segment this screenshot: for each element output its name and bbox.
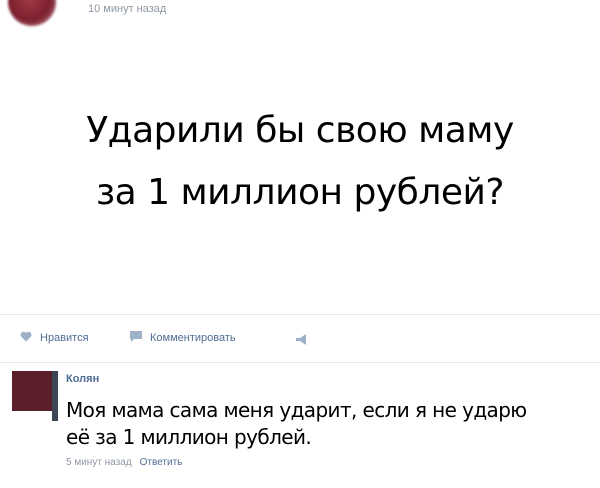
post-timestamp[interactable]: 10 минут назад bbox=[88, 3, 166, 15]
comment-author[interactable]: Колян bbox=[66, 373, 99, 385]
comment-meta: 5 минут назад Ответить bbox=[66, 457, 182, 468]
reply-link[interactable]: Ответить bbox=[140, 457, 183, 468]
comment-timestamp[interactable]: 5 минут назад bbox=[66, 457, 132, 468]
commenter-avatar-accent bbox=[52, 371, 58, 421]
post-text-line-1: Ударили бы свою маму bbox=[86, 110, 514, 151]
comment-icon bbox=[130, 331, 142, 345]
comment-button[interactable]: Комментировать bbox=[130, 331, 236, 345]
comment-text: Моя мама сама меня ударит, если я не уда… bbox=[66, 397, 586, 451]
post-header: 10 минут назад bbox=[0, 0, 600, 40]
heart-icon bbox=[20, 331, 32, 345]
commenter-avatar[interactable] bbox=[12, 371, 52, 411]
comment-text-line-2: её за 1 миллион рублей. bbox=[66, 425, 312, 449]
post-text-line-2: за 1 миллион рублей? bbox=[96, 172, 505, 213]
comment-text-line-1: Моя мама сама меня ударит, если я не уда… bbox=[66, 398, 527, 422]
author-avatar[interactable] bbox=[8, 0, 56, 26]
post-text: Ударили бы свою маму за 1 миллион рублей… bbox=[0, 100, 600, 224]
share-icon[interactable] bbox=[296, 332, 310, 350]
like-button[interactable]: Нравится bbox=[20, 331, 89, 345]
post-actions-bar: Нравится Комментировать bbox=[0, 314, 600, 363]
comment-item: Колян Моя мама сама меня ударит, если я … bbox=[0, 362, 600, 488]
comment-label: Комментировать bbox=[150, 332, 236, 344]
like-label: Нравится bbox=[40, 332, 89, 344]
